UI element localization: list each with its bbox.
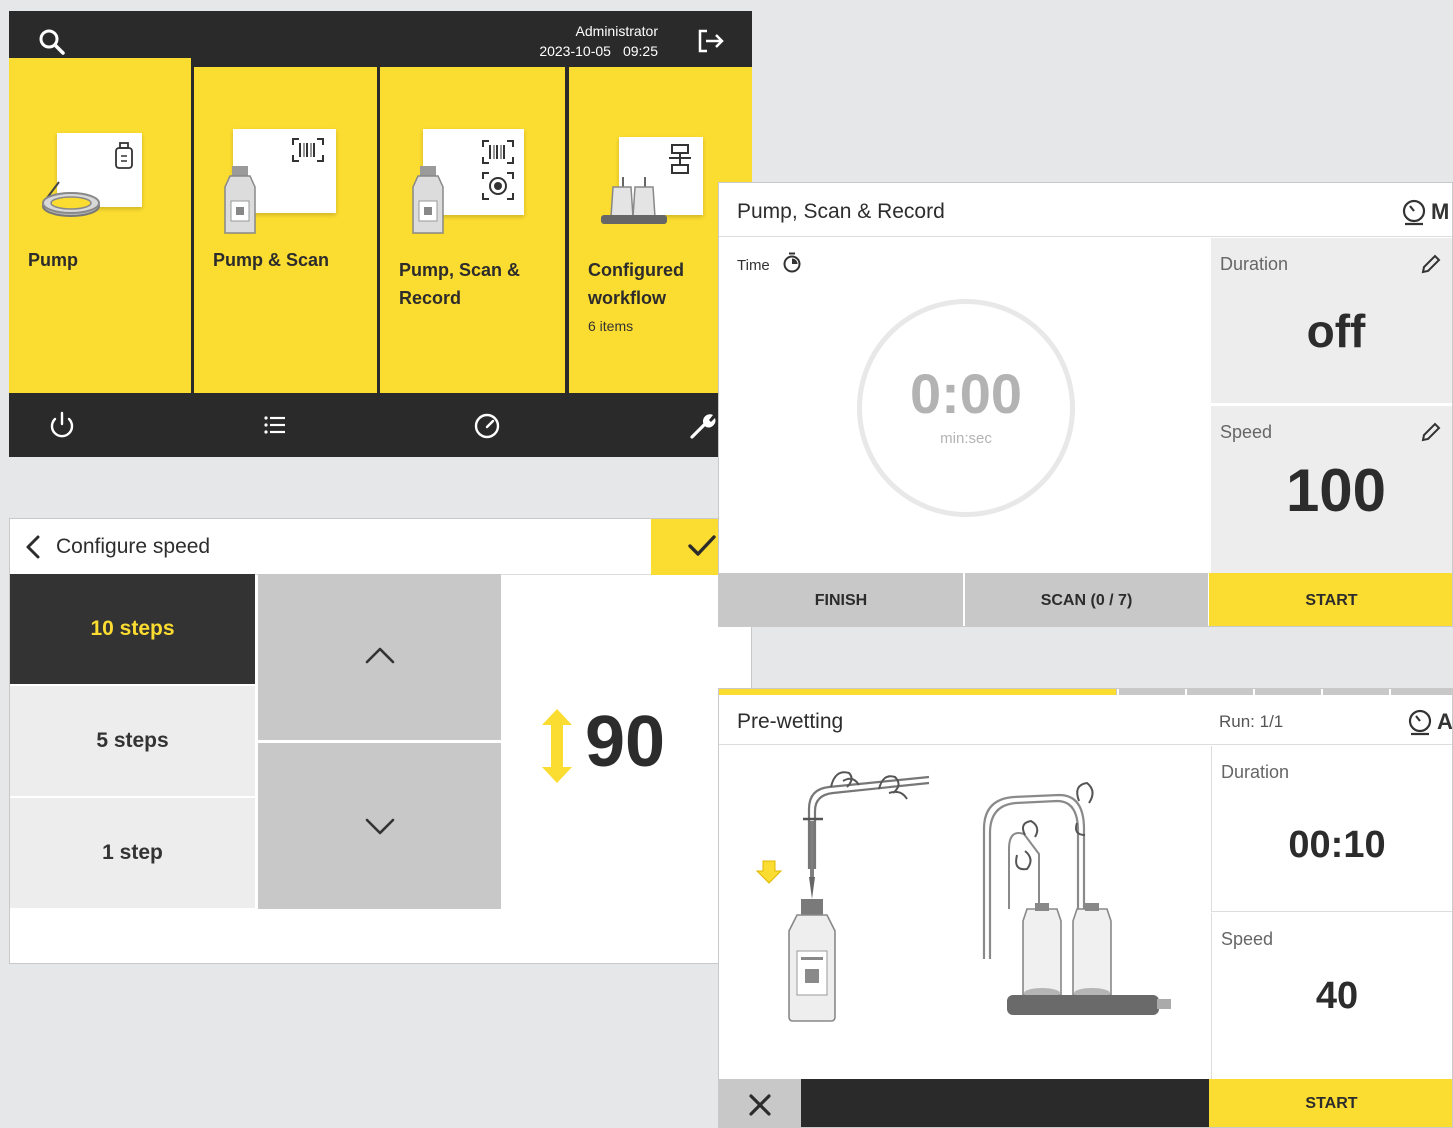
- tile-pump-scan-label: Pump & Scan: [213, 250, 330, 270]
- duration-value: 00:10: [1288, 824, 1386, 866]
- bottle-icon: [115, 142, 133, 169]
- power-icon[interactable]: [44, 407, 80, 443]
- current-time: 09:25: [622, 43, 658, 59]
- search-icon[interactable]: [37, 27, 67, 57]
- date-time: 2023-10-05 09:25: [539, 41, 658, 61]
- configure-speed-header: Configure speed: [10, 519, 751, 575]
- pre-wetting-illustration: [755, 771, 1171, 1022]
- tile-pump-scan[interactable]: Pump & Scan: [194, 67, 377, 393]
- timer-value: 0:00: [909, 362, 1023, 425]
- scan-button[interactable]: SCAN (0 / 7): [965, 573, 1208, 626]
- timer-mode-icon: [1402, 199, 1426, 226]
- chevron-down-icon: [365, 818, 395, 835]
- barcode-icon: [482, 140, 514, 164]
- page-title: Configure speed: [56, 535, 211, 558]
- duration-value: off: [1306, 305, 1366, 357]
- edit-pencil-icon[interactable]: [1419, 420, 1443, 444]
- filter-station-illustration: [601, 177, 667, 224]
- up-down-arrow-icon: [542, 709, 572, 783]
- run-counter: Run: 1/1: [1219, 712, 1284, 731]
- barcode-icon: [292, 138, 324, 162]
- home-screen: Administrator 2023-10-05 09:25 Pump Pump…: [9, 11, 752, 457]
- bottle-illustration: [224, 166, 256, 234]
- speed-label: Speed: [1221, 929, 1274, 949]
- time-label: Time: [737, 252, 802, 274]
- timer-mode-icon: [1408, 709, 1432, 736]
- speed-panel[interactable]: Speed 100: [1211, 406, 1452, 573]
- run-header: Pump, Scan & Record M: [719, 183, 1452, 237]
- speed-value: 40: [1315, 975, 1359, 1017]
- run-header: Pre-wetting Run: 1/1 A: [719, 695, 1453, 745]
- user-info: Administrator 2023-10-05 09:25: [539, 21, 658, 61]
- start-button[interactable]: START: [1209, 573, 1452, 626]
- gauge-icon[interactable]: [469, 407, 505, 443]
- tubing-coil-icon: [42, 181, 100, 217]
- workflow-item-count: 6 items: [588, 318, 634, 334]
- page-title: Pre-wetting: [737, 710, 844, 733]
- close-icon: [749, 1094, 771, 1116]
- tile-pump-label: Pump: [28, 250, 79, 270]
- duration-panel[interactable]: Duration off: [1211, 238, 1452, 403]
- logout-icon[interactable]: [695, 25, 727, 57]
- step-option-10[interactable]: 10 steps: [10, 574, 255, 684]
- duration-label: Duration: [1220, 254, 1289, 274]
- cancel-button[interactable]: [719, 1079, 801, 1127]
- checkmark-icon: [688, 535, 716, 556]
- tile-pump-scan-record-label: Pump, Scan & Record: [399, 260, 521, 308]
- workflow-icon: [669, 144, 691, 174]
- start-button[interactable]: START: [1209, 1079, 1452, 1127]
- current-date: 2023-10-05: [539, 43, 611, 59]
- wrench-icon[interactable]: [684, 407, 720, 443]
- stopwatch-icon: [783, 252, 801, 273]
- pump-scan-record-screen: Pump, Scan & Record M Time 0:00 min:sec …: [718, 182, 1453, 627]
- step-option-5[interactable]: 5 steps: [10, 686, 255, 796]
- duration-label: Duration: [1221, 762, 1290, 782]
- bottom-nav: [9, 393, 752, 457]
- speed-value: 90: [585, 702, 666, 782]
- duration-panel: Duration 00:10: [1211, 746, 1452, 912]
- tile-configured-workflow-label: Configured workflow: [588, 260, 684, 308]
- list-icon[interactable]: [257, 407, 293, 443]
- back-icon[interactable]: [22, 533, 44, 561]
- bottle-illustration: [412, 166, 444, 234]
- edit-pencil-icon[interactable]: [1419, 252, 1443, 276]
- timer-unit: min:sec: [940, 430, 992, 447]
- decrease-button[interactable]: [258, 743, 501, 909]
- page-title: Pump, Scan & Record: [737, 200, 945, 223]
- tile-pump-scan-record[interactable]: Pump, Scan & Record: [380, 67, 565, 393]
- camera-record-icon: [482, 172, 514, 200]
- speed-panel: Speed 40: [1211, 913, 1452, 1079]
- mode-letter: A: [1437, 709, 1453, 734]
- pre-wetting-screen: Pre-wetting Run: 1/1 A Duration 00:10 Sp…: [718, 688, 1453, 1128]
- finish-button[interactable]: FINISH: [719, 573, 963, 626]
- speed-value: 100: [1285, 457, 1387, 524]
- tile-pump[interactable]: Pump: [9, 58, 191, 393]
- user-name: Administrator: [575, 23, 658, 39]
- chevron-up-icon: [365, 647, 395, 664]
- mode-letter: M: [1431, 199, 1450, 224]
- speed-label: Speed: [1220, 422, 1273, 442]
- configure-speed-screen: Configure speed 10 steps 5 steps 1 step …: [9, 518, 752, 964]
- increase-button[interactable]: [258, 574, 501, 740]
- timer-panel: Time 0:00 min:sec: [719, 238, 1211, 573]
- step-option-1[interactable]: 1 step: [10, 798, 255, 908]
